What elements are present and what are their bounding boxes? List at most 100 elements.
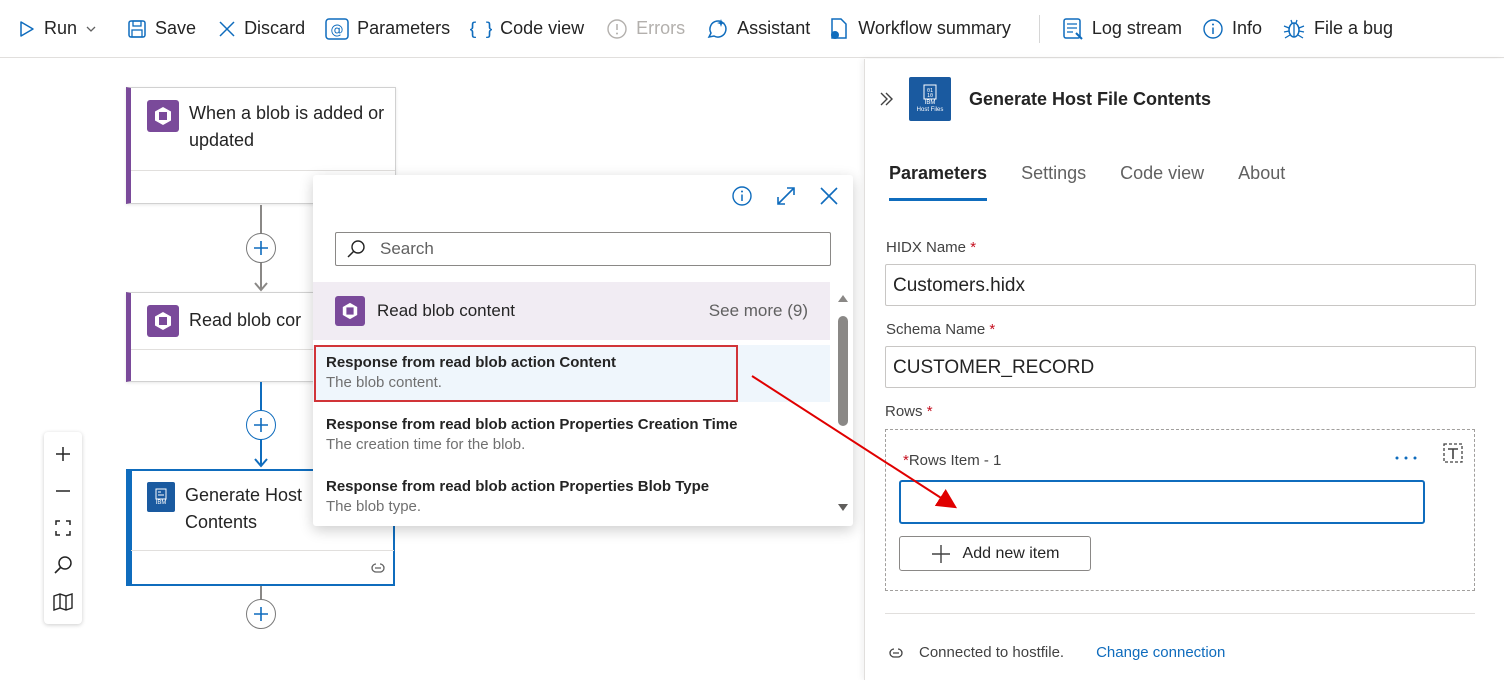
required-mark: * <box>970 239 977 256</box>
save-label: Save <box>155 18 197 38</box>
svg-text:@: @ <box>331 23 344 38</box>
rows-label-text: Rows <box>885 403 923 420</box>
close-icon[interactable] <box>819 186 839 206</box>
connection-info: Connected to hostfile. Change connection <box>887 644 1225 661</box>
generate-title-line2: Contents <box>185 512 258 532</box>
change-connection-link[interactable]: Change connection <box>1096 644 1225 661</box>
arrow-down-icon <box>254 458 268 468</box>
code-view-button[interactable]: { } Code view <box>470 0 584 58</box>
panel-tabs: Parameters Settings Code view About <box>889 163 1285 201</box>
search-canvas-button[interactable] <box>44 547 82 583</box>
toolbar-divider <box>1038 14 1040 43</box>
rows-array-editor: *Rows Item - 1 Add new item <box>885 429 1475 591</box>
assistant-label: Assistant <box>737 18 811 38</box>
search-input[interactable] <box>380 239 800 259</box>
log-stream-button[interactable]: Log stream <box>1062 0 1182 58</box>
workflow-summary-label: Workflow summary <box>858 18 1011 38</box>
panel-title: Generate Host File Contents <box>969 88 1212 109</box>
group-title: Read blob content <box>377 301 515 320</box>
errors-button[interactable]: Errors <box>606 0 685 58</box>
zoom-out-icon <box>56 490 70 492</box>
schema-label-text: Schema Name <box>886 321 986 338</box>
plus-icon <box>254 418 268 432</box>
highlight-annotation <box>314 345 738 402</box>
hidx-name-field[interactable]: Customers.hidx <box>885 264 1476 306</box>
zoom-out-button[interactable] <box>44 473 82 509</box>
scroll-thumb[interactable] <box>838 316 848 426</box>
info-button[interactable]: Info <box>1202 0 1262 58</box>
tab-parameters[interactable]: Parameters <box>889 163 988 201</box>
popup-scrollbar[interactable] <box>837 293 849 515</box>
rows-label: Rows * <box>885 403 933 420</box>
file-bug-button[interactable]: File a bug <box>1282 0 1393 58</box>
plus-icon <box>254 607 268 621</box>
item-title: Response from read blob action Propertie… <box>326 416 738 433</box>
blob-storage-icon <box>147 100 179 132</box>
generate-title-line1: Generate Host <box>185 485 303 505</box>
scroll-up-icon[interactable] <box>837 293 849 303</box>
minimap-button[interactable] <box>44 584 82 620</box>
info-icon <box>1203 18 1223 39</box>
required-mark: * <box>989 321 996 338</box>
blob-storage-icon <box>147 305 179 337</box>
tab-code-view[interactable]: Code view <box>1120 163 1204 201</box>
more-options-icon[interactable] <box>1394 454 1418 462</box>
hidx-label-text: HIDX Name <box>886 239 967 256</box>
zoom-in-button[interactable] <box>44 436 82 472</box>
action-details-panel: 01 10 IBM Host Files Generate Host File C… <box>864 59 1504 680</box>
add-step-button[interactable] <box>246 410 276 440</box>
list-item[interactable]: Response from read blob action Propertie… <box>313 407 830 464</box>
parameters-button[interactable]: @ Parameters <box>325 0 450 58</box>
discard-button[interactable]: Discard <box>218 0 305 58</box>
assistant-button[interactable]: Assistant <box>705 0 810 58</box>
item-desc: The creation time for the blob. <box>326 436 526 453</box>
read-blob-title: Read blob cor <box>189 310 302 330</box>
assistant-sparkle-icon <box>707 18 727 38</box>
chevron-down-icon <box>86 26 96 32</box>
add-step-button[interactable] <box>246 599 276 629</box>
connector-line <box>260 586 262 600</box>
blob-storage-icon <box>335 296 365 326</box>
workflow-summary-button[interactable]: Workflow summary <box>828 0 1011 58</box>
braces-icon: { } <box>470 19 492 40</box>
play-icon <box>20 20 34 37</box>
tab-settings[interactable]: Settings <box>1021 163 1086 201</box>
info-icon[interactable] <box>731 185 753 207</box>
canvas-controls <box>44 432 82 624</box>
search-icon <box>54 556 72 574</box>
link-icon <box>371 563 385 573</box>
tab-about[interactable]: About <box>1238 163 1285 201</box>
ibm-host-files-icon: 01 10 IBM Host Files <box>909 77 951 121</box>
collapse-panel-icon[interactable] <box>879 91 895 107</box>
save-button[interactable]: Save <box>127 0 196 58</box>
parameters-icon: @ <box>325 17 349 40</box>
hidx-name-label: HIDX Name * <box>886 239 976 256</box>
log-stream-label: Log stream <box>1091 18 1182 38</box>
required-mark: * <box>926 403 933 420</box>
switch-to-text-mode-icon[interactable] <box>1440 440 1464 464</box>
add-step-button[interactable] <box>246 233 276 263</box>
read-blob-group-header[interactable]: Read blob content See more (9) <box>313 282 830 340</box>
trigger-title: When a blob is added or updated <box>189 103 385 150</box>
plus-icon <box>931 544 950 563</box>
dynamic-content-search[interactable] <box>335 232 831 266</box>
code-view-label: Code view <box>500 18 585 38</box>
expand-icon[interactable] <box>775 185 797 207</box>
panel-divider <box>885 613 1475 614</box>
schema-name-label: Schema Name * <box>886 321 995 338</box>
list-item[interactable]: Response from read blob action Propertie… <box>313 469 830 526</box>
item-desc: The blob type. <box>326 498 422 515</box>
plus-icon <box>254 241 268 255</box>
run-button[interactable]: Run <box>18 0 97 58</box>
schema-name-field[interactable]: CUSTOMER_RECORD <box>885 346 1476 388</box>
card-footer <box>131 170 395 171</box>
fit-view-button[interactable] <box>44 510 82 546</box>
see-more-link[interactable]: See more (9) <box>709 301 808 321</box>
info-label: Info <box>1231 18 1262 38</box>
connected-text: Connected to hostfile. <box>919 644 1065 661</box>
add-new-item-button[interactable]: Add new item <box>899 536 1091 571</box>
rows-item-input[interactable] <box>899 480 1425 524</box>
map-icon <box>53 592 73 611</box>
svg-text:10: 10 <box>927 93 933 99</box>
scroll-down-icon[interactable] <box>837 503 849 513</box>
